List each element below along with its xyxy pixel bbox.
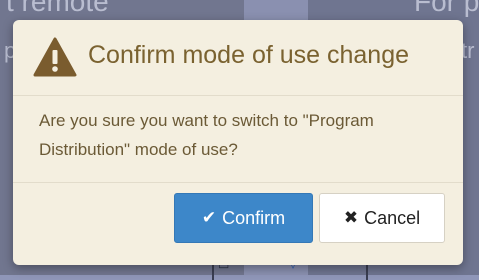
confirm-dialog: Confirm mode of use change Are you sure …	[13, 20, 463, 265]
confirm-button[interactable]: ✔ Confirm	[174, 193, 313, 243]
dialog-message: Are you sure you want to switch to "Prog…	[39, 111, 374, 159]
dialog-header: Confirm mode of use change	[13, 20, 463, 96]
times-icon: ✖	[343, 208, 359, 227]
cancel-button[interactable]: ✖ Cancel	[319, 193, 445, 243]
background-heading-left: t remote	[6, 0, 109, 17]
background-heading-right: For p	[414, 0, 479, 17]
cancel-button-label: Cancel	[364, 207, 421, 228]
warning-triangle-icon	[33, 37, 77, 77]
check-icon: ✔	[201, 208, 217, 227]
background-text-right: tr	[461, 38, 475, 63]
dialog-title: Confirm mode of use change	[88, 41, 410, 69]
confirm-button-label: Confirm	[222, 207, 286, 228]
